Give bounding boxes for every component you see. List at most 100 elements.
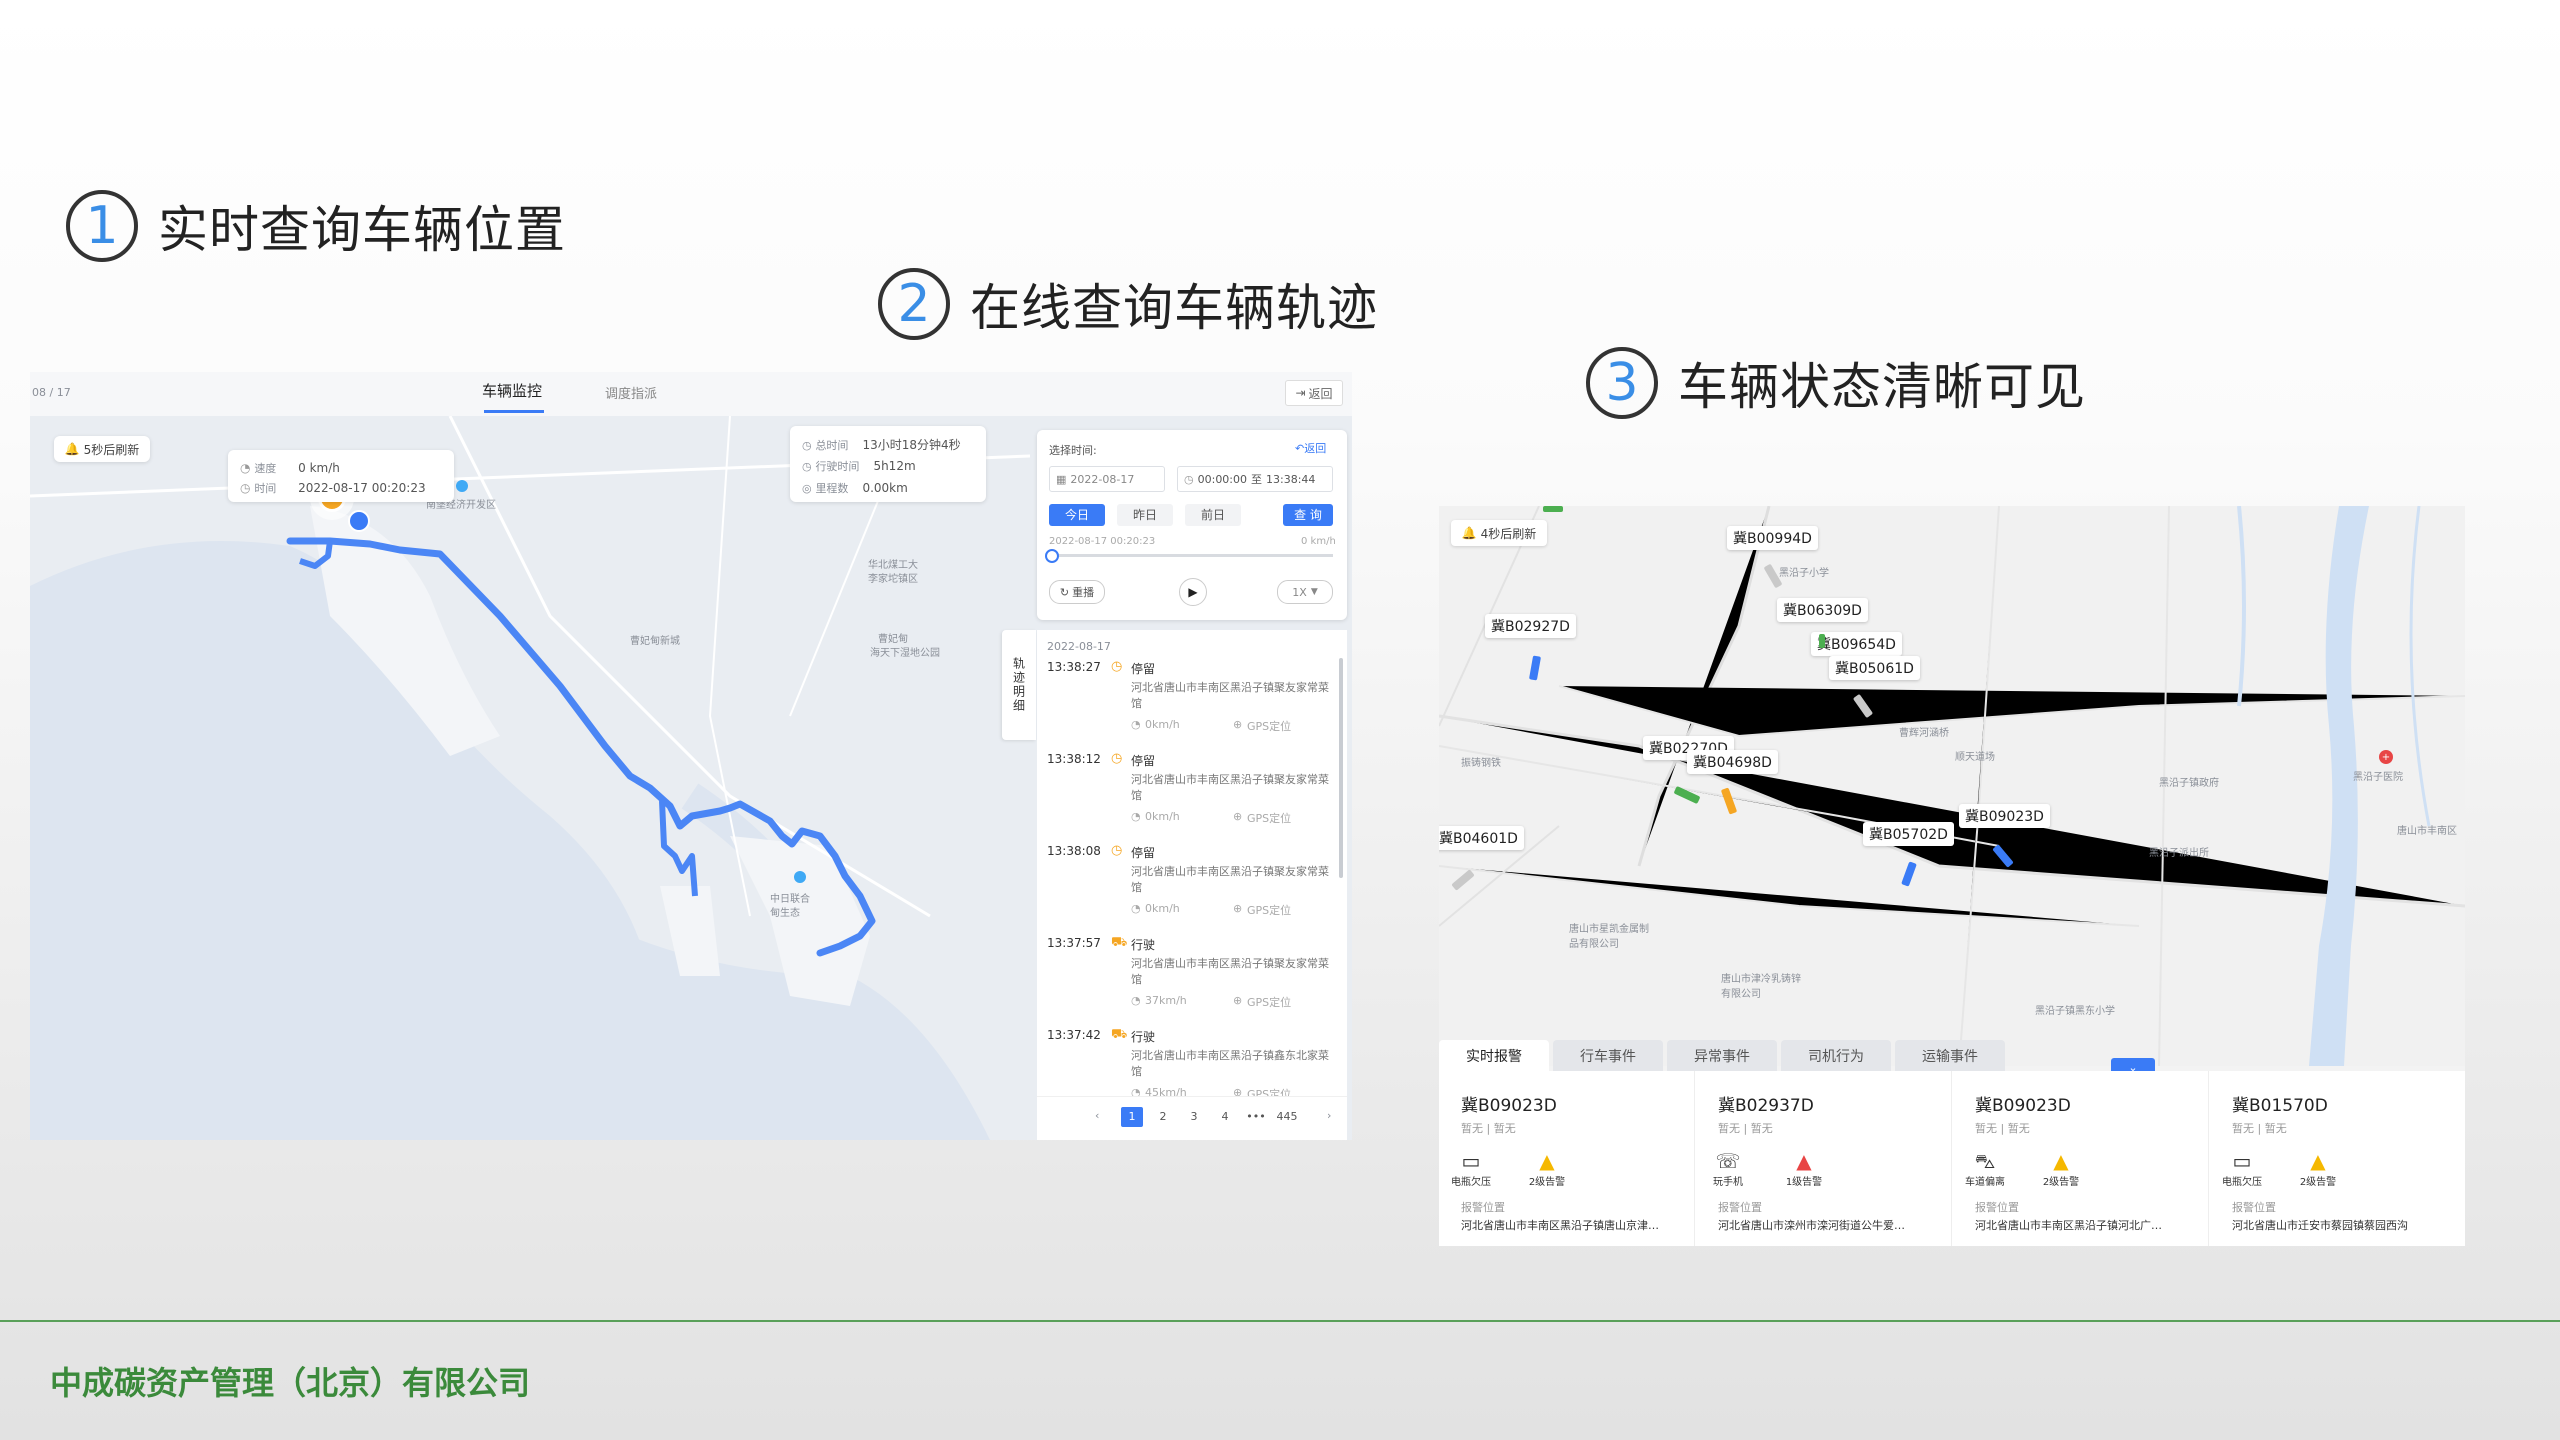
page-button[interactable]: 1: [1121, 1107, 1143, 1127]
refresh-chip[interactable]: 🔔 5秒后刷新: [54, 436, 150, 462]
vehicle-plate[interactable]: 冀B04601D: [1439, 826, 1524, 850]
vehicle-plate[interactable]: 冀B06309D: [1777, 598, 1868, 622]
track-item[interactable]: 13:38:12 ◷ 停留 河北省唐山市丰南区黑沿子镇聚友家常菜馆 ◔ 0km/h ⊕ GPS…: [1037, 751, 1337, 842]
map-label: 顺天道场: [1955, 752, 1995, 763]
alarm-type: ▭ 电瓶欠压: [2212, 1149, 2272, 1188]
map[interactable]: 南堡经济开发区 华北煤工大 李家坨镇区 曹妃甸新城 曹妃甸 海天下湿地公园 中日…: [30, 416, 1352, 1140]
vehicle-plate[interactable]: 冀B05702D: [1863, 822, 1954, 846]
heading-text: 在线查询车辆轨迹: [970, 279, 1378, 337]
play-button[interactable]: ▶: [1179, 578, 1207, 606]
tab-driving-event[interactable]: 行车事件: [1553, 1040, 1663, 1072]
track-status: 停留: [1131, 754, 1156, 768]
alarm-card[interactable]: 冀B09023D 暂无 | 暂无 ▭ 电瓶欠压 ▲ 2级告警 报警位置 河北省唐山市丰南区黑沿…: [1439, 1071, 1695, 1246]
yesterday-button[interactable]: 昨日: [1117, 504, 1173, 526]
replay-button[interactable]: ↻ 重播: [1049, 580, 1105, 604]
page-button[interactable]: 445: [1276, 1107, 1298, 1127]
alarm-level: ▲ 2级告警: [1517, 1149, 1577, 1188]
time-end: 13:38:44: [1266, 472, 1316, 486]
status-map[interactable]: + 黑沿子小学 曹辉河涵桥 顺天道场 黑沿子镇政府 黑沿子派出所 黑沿子医院 唐…: [1439, 506, 2465, 1066]
track-speed: 37km/h: [1145, 994, 1187, 1007]
drive-value: 5h12m: [873, 459, 916, 473]
speed-gauge-icon: ◔: [1131, 902, 1141, 915]
track-location-type: GPS定位: [1247, 720, 1292, 733]
progress-track[interactable]: [1049, 554, 1333, 557]
step-number: 2: [878, 268, 950, 340]
back-button[interactable]: ⇥ 返回: [1285, 380, 1343, 406]
alarm-type-label: 车道偏离: [1965, 1177, 2005, 1188]
map-label: 黑沿子镇黑东小学: [2035, 1006, 2115, 1017]
company-name: 中成碳资产管理（北京）有限公司: [50, 1364, 531, 1402]
prev-page-icon[interactable]: ‹: [1095, 1109, 1099, 1122]
vehicle-plate[interactable]: 冀B00994D: [1727, 526, 1818, 550]
alarm-location-label: 报警位置: [1975, 1201, 2019, 1214]
track-detail-tab[interactable]: 轨迹明细: [1002, 630, 1036, 740]
progress-handle[interactable]: [1045, 549, 1059, 563]
track-time: 13:37:57: [1047, 936, 1101, 950]
alarm-location: 河北省唐山市丰南区黑沿子镇河北广…: [1975, 1219, 2162, 1232]
page-indicator: 08 / 17: [32, 386, 71, 399]
day-before-button[interactable]: 前日: [1185, 504, 1241, 526]
alarm-sub: 暂无 | 暂无: [1718, 1122, 1773, 1135]
refresh-chip[interactable]: 🔔 4秒后刷新: [1451, 520, 1547, 546]
total-label: 总时间: [815, 439, 849, 452]
alarm-card[interactable]: 冀B01570D 暂无 | 暂无 ▭ 电瓶欠压 ▲ 2级告警 报警位置 河北省唐山市迁安市蔡园…: [2210, 1071, 2465, 1246]
track-item[interactable]: 13:37:57 ⛟ 行驶 河北省唐山市丰南区黑沿子镇聚友家常菜馆 ◔ 37km/h ⊕ GP…: [1037, 935, 1337, 1026]
truck-icon[interactable]: [1819, 634, 1825, 648]
alarm-list: 冀B09023D 暂无 | 暂无 ▭ 电瓶欠压 ▲ 2级告警 报警位置 河北省唐山市丰南区黑沿…: [1439, 1071, 2465, 1246]
exit-icon: ⇥: [1295, 386, 1306, 400]
map-label: 甸生态: [770, 908, 800, 919]
track-address: 河北省唐山市丰南区黑沿子镇聚友家常菜馆: [1131, 773, 1329, 802]
tab-driver-behavior[interactable]: 司机行为: [1781, 1040, 1891, 1072]
map-label: 黑沿子小学: [1779, 568, 1829, 579]
time-separator: 至: [1251, 473, 1263, 486]
query-button[interactable]: 查 询: [1283, 504, 1333, 526]
refresh-label: 4秒后刷新: [1480, 526, 1537, 541]
track-address: 河北省唐山市丰南区黑沿子镇聚友家常菜馆: [1131, 865, 1329, 894]
top-bar: 08 / 17 车辆监控 调度指派 ⇥ 返回: [30, 372, 1352, 417]
alarm-card[interactable]: 冀B09023D 暂无 | 暂无 ⛍ 车道偏离 ▲ 2级告警 报警位置 河北省唐山市丰南区黑沿…: [1953, 1071, 2209, 1246]
next-page-icon[interactable]: ›: [1327, 1109, 1331, 1122]
tab-abnormal-event[interactable]: 异常事件: [1667, 1040, 1777, 1072]
page-button[interactable]: •••: [1245, 1107, 1267, 1127]
map-label: 曹妃甸: [878, 634, 908, 645]
date-value: 2022-08-17: [1070, 472, 1135, 486]
refresh-label: 5秒后刷新: [83, 442, 140, 457]
page-button[interactable]: 3: [1183, 1107, 1205, 1127]
drive-time-icon: ◷: [802, 460, 812, 473]
time-range-input[interactable]: ◷ 00:00:00 至 13:38:44: [1177, 466, 1333, 492]
vehicle-plate[interactable]: 冀B02927D: [1485, 614, 1576, 638]
page-button[interactable]: 2: [1152, 1107, 1174, 1127]
page-button[interactable]: 4: [1214, 1107, 1236, 1127]
tab-vehicle-monitor[interactable]: 车辆监控: [482, 380, 542, 401]
speed-select[interactable]: 1X ▼: [1277, 580, 1333, 604]
gps-icon: ⊕: [1233, 718, 1243, 731]
tab-transport-event[interactable]: 运输事件: [1895, 1040, 2005, 1072]
alarm-plate: 冀B02937D: [1718, 1096, 1814, 1116]
alarm-card[interactable]: 冀B02937D 暂无 | 暂无 ☏ 玩手机 ▲ 1级告警 报警位置 河北省唐山市滦州市滦河街…: [1696, 1071, 1952, 1246]
time-back-link[interactable]: ↶返回: [1295, 440, 1326, 456]
date-input[interactable]: ▦ 2022-08-17: [1049, 466, 1165, 492]
progress-speed: 0 km/h: [1301, 536, 1336, 547]
tab-realtime-alarm[interactable]: 实时报警: [1439, 1040, 1549, 1072]
battery-icon: ▭: [1461, 1149, 1481, 1173]
map-label: 振铸钢铁: [1461, 758, 1501, 769]
alarm-sub: 暂无 | 暂无: [1461, 1122, 1516, 1135]
track-speed: 0km/h: [1145, 718, 1180, 731]
track-item[interactable]: 13:38:08 ◷ 停留 河北省唐山市丰南区黑沿子镇聚友家常菜馆 ◔ 0km/h ⊕ GPS…: [1037, 843, 1337, 934]
vehicle-plate[interactable]: 冀B04698D: [1687, 750, 1778, 774]
tab-dispatch[interactable]: 调度指派: [605, 383, 657, 402]
track-location-type: GPS定位: [1247, 996, 1292, 1009]
replay-label: 重播: [1072, 586, 1095, 599]
alarm-level: ▲ 2级告警: [2031, 1149, 2091, 1188]
vehicle-marker-icon[interactable]: [348, 510, 370, 532]
vehicle-plate[interactable]: 冀B05061D: [1829, 656, 1920, 680]
track-item[interactable]: 13:38:27 ◷ 停留 河北省唐山市丰南区黑沿子镇聚友家常菜馆 ◔ 0km/h ⊕ GPS…: [1037, 659, 1337, 750]
vehicle-plate[interactable]: 冀B09023D: [1959, 804, 2050, 828]
gps-icon: ⊕: [1233, 902, 1243, 915]
track-status: 行驶: [1131, 938, 1156, 952]
scrollbar[interactable]: [1339, 658, 1343, 878]
today-button[interactable]: 今日: [1049, 504, 1105, 526]
map-label: 海天下湿地公园: [870, 648, 940, 659]
track-time: 13:38:08: [1047, 844, 1101, 858]
truck-icon[interactable]: [1543, 506, 1563, 512]
